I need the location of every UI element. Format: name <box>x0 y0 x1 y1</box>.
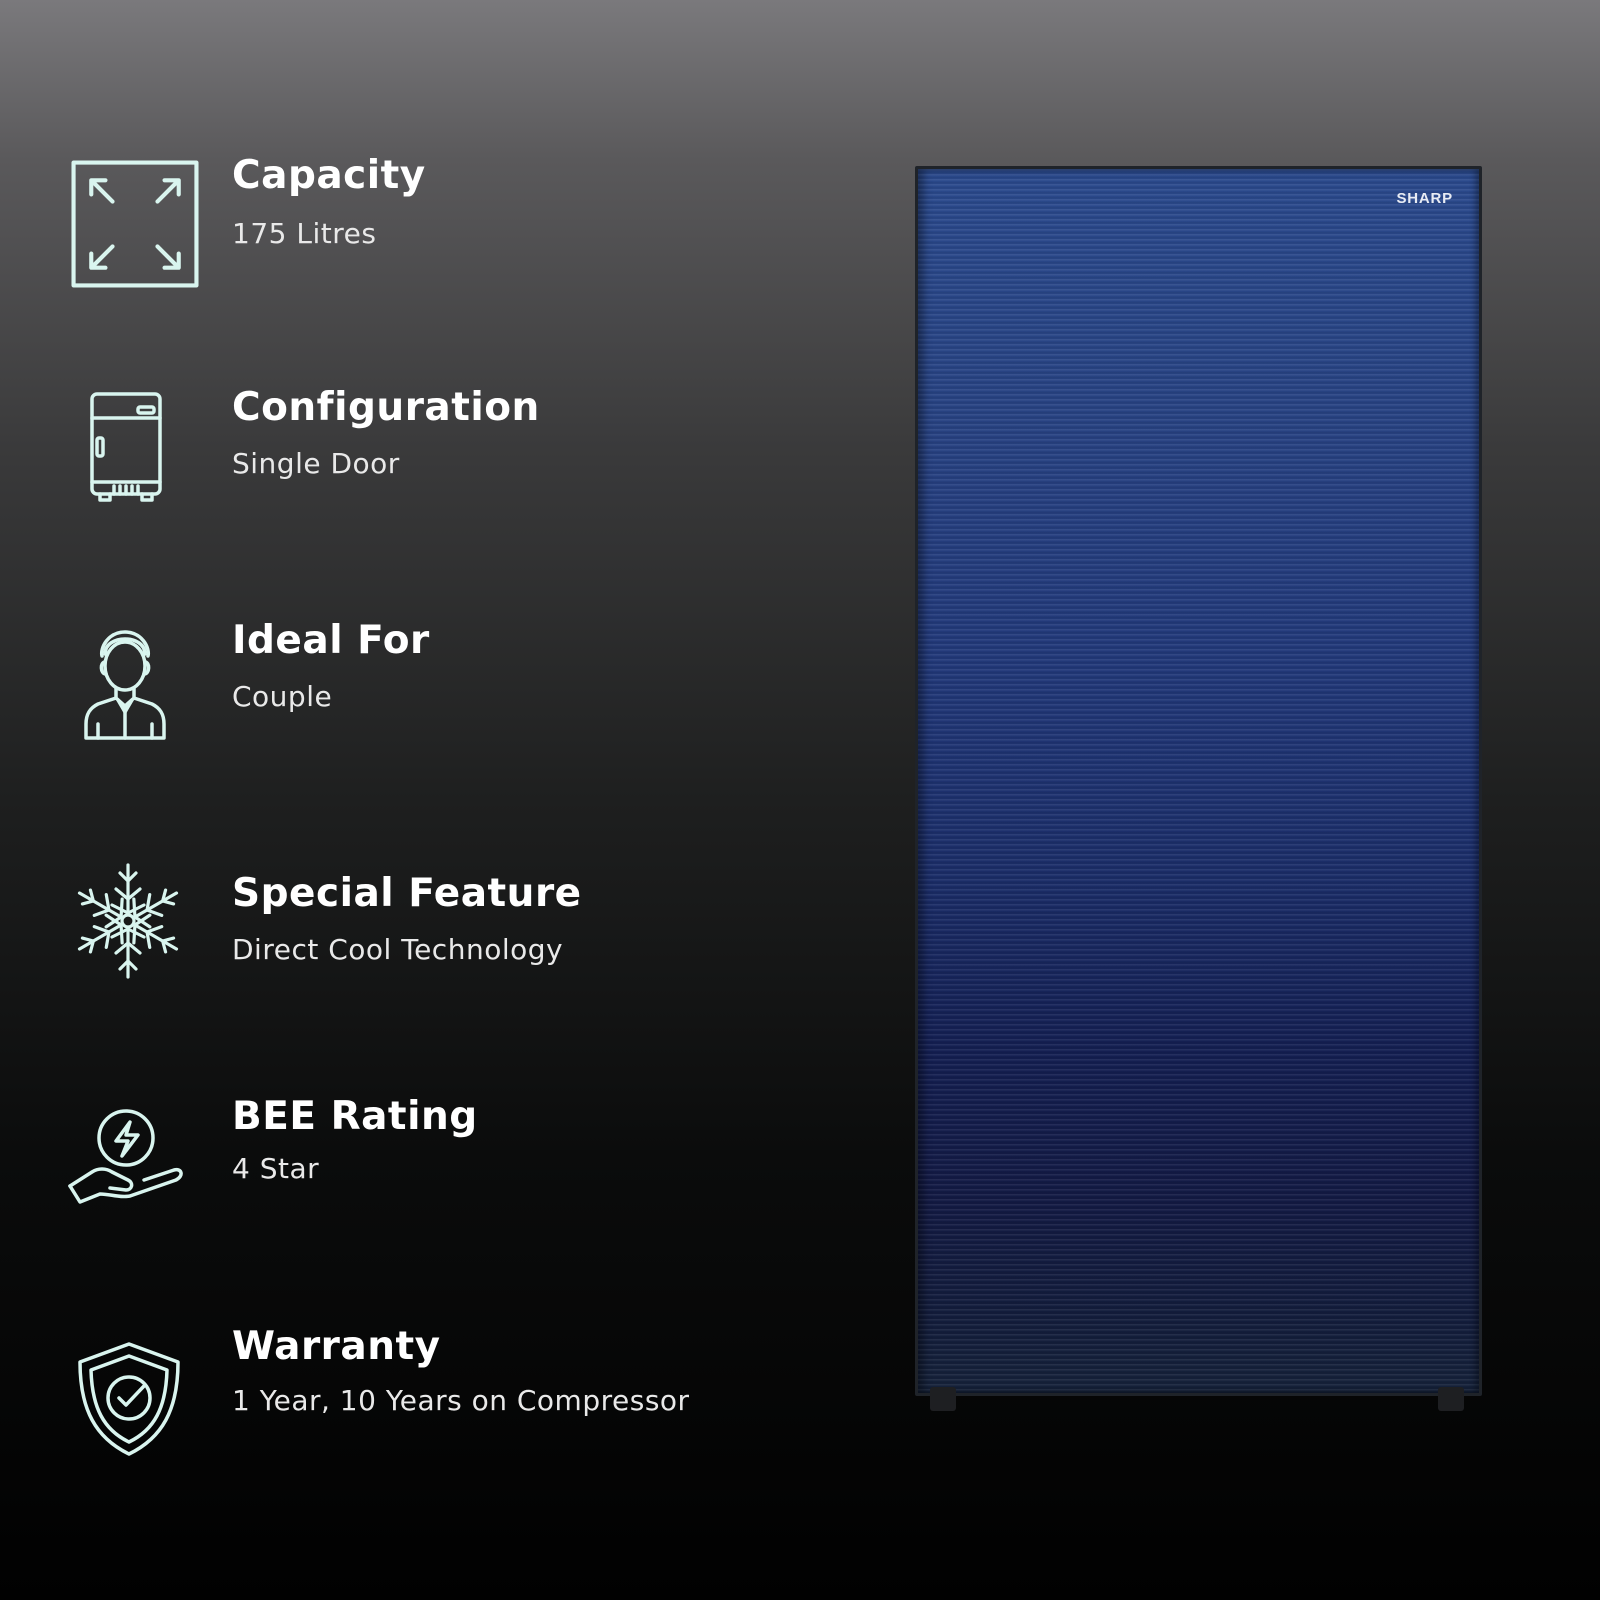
spec-value: Single Door <box>232 447 400 480</box>
refrigerator-foot-right <box>1438 1387 1464 1411</box>
spec-value: 175 Litres <box>232 217 377 250</box>
spec-warranty: Warranty 1 Year, 10 Years on Compressor <box>60 1324 760 1470</box>
product-refrigerator-image: SHARP <box>915 166 1482 1411</box>
person-icon <box>80 624 210 754</box>
spec-value: Direct Cool Technology <box>232 933 564 966</box>
snowflake-icon <box>68 861 198 991</box>
spec-title: Warranty <box>232 1324 441 1369</box>
spec-bee-rating: BEE Rating 4 Star <box>60 1094 760 1240</box>
spec-value: 1 Year, 10 Years on Compressor <box>232 1384 690 1417</box>
spec-ideal-for: Ideal For Couple <box>60 618 760 750</box>
spec-value: Couple <box>232 680 333 713</box>
spec-title: BEE Rating <box>232 1094 478 1139</box>
spec-special-feature: Special Feature Direct Cool Technology <box>60 863 760 993</box>
energy-hand-icon <box>66 1108 196 1238</box>
brand-logo: SHARP <box>1396 190 1453 207</box>
spec-title: Capacity <box>232 153 426 198</box>
spec-title: Special Feature <box>232 871 582 916</box>
spec-value: 4 Star <box>232 1152 320 1185</box>
spec-title: Configuration <box>232 385 540 430</box>
spec-capacity: Capacity 175 Litres <box>60 153 760 288</box>
shield-check-icon <box>74 1340 204 1470</box>
spec-title: Ideal For <box>232 618 430 663</box>
refrigerator-foot-left <box>930 1387 956 1411</box>
expand-arrows-icon <box>70 159 200 289</box>
spec-configuration: Configuration Single Door <box>60 385 760 520</box>
refrigerator-icon <box>86 390 216 520</box>
refrigerator-door: SHARP <box>915 166 1482 1396</box>
